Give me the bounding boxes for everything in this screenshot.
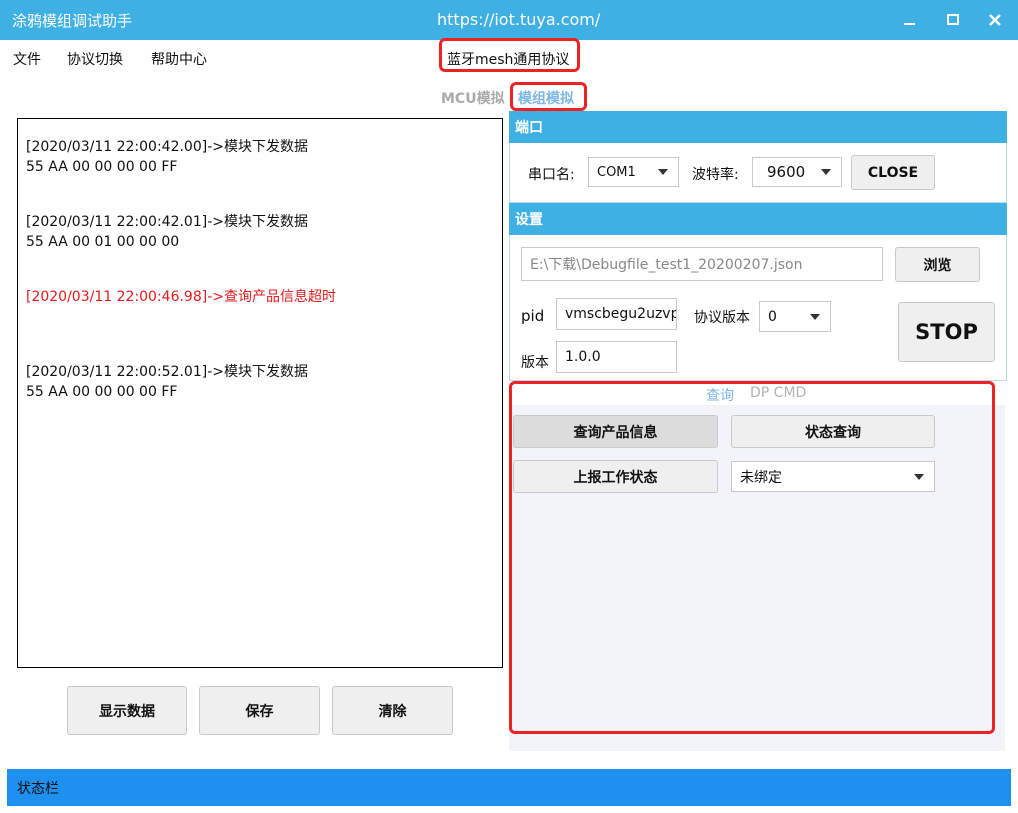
- pid-label: pid: [521, 307, 545, 325]
- log-entry: [2020/03/11 22:00:42.01]->模块下发数据 55 AA 0…: [26, 212, 494, 252]
- tab-dp-cmd[interactable]: DP CMD: [750, 385, 806, 401]
- protocol-version-value: 0: [768, 308, 777, 325]
- bind-state-select[interactable]: 未绑定: [731, 461, 935, 492]
- pid-input[interactable]: vmscbegu2uzvp: [556, 298, 677, 330]
- menu-help-center[interactable]: 帮助中心: [151, 49, 207, 69]
- file-path-input[interactable]: E:\下载\Debugfile_test1_20200207.json: [521, 247, 883, 281]
- log-entry-time: [2020/03/11 22:00:42.01]->模块下发数据: [26, 214, 308, 230]
- title-bar: 涂鸦模组调试助手 https://iot.tuya.com/: [0, 0, 1018, 40]
- status-bar-text: 状态栏: [17, 780, 59, 797]
- chevron-down-icon: [821, 169, 831, 175]
- log-entry-data: 55 AA 00 01 00 00 00: [26, 234, 180, 250]
- protocol-label[interactable]: 蓝牙mesh通用协议: [447, 49, 569, 69]
- log-entry: [2020/03/11 22:00:52.01]->模块下发数据 55 AA 0…: [26, 362, 494, 402]
- close-port-button[interactable]: CLOSE: [851, 155, 935, 190]
- status-bar: 状态栏: [7, 769, 1011, 806]
- protocol-version-select[interactable]: 0: [759, 301, 831, 332]
- version-input[interactable]: 1.0.0: [556, 341, 677, 373]
- stop-button[interactable]: STOP: [898, 302, 995, 362]
- version-label: 版本: [521, 355, 549, 371]
- baud-value: 9600: [767, 163, 806, 181]
- minimize-icon[interactable]: [893, 6, 927, 34]
- port-select[interactable]: COM1: [588, 157, 679, 187]
- save-button[interactable]: 保存: [199, 686, 320, 735]
- app-title: 涂鸦模组调试助手: [12, 12, 133, 30]
- maximize-icon[interactable]: [936, 6, 970, 34]
- bind-state-value: 未绑定: [740, 469, 782, 486]
- query-product-info-button[interactable]: 查询产品信息: [513, 415, 718, 448]
- tab-query[interactable]: 查询: [706, 385, 734, 405]
- log-entry-time: [2020/03/11 22:00:46.98]->查询产品信息超时: [26, 289, 336, 305]
- menu-protocol-switch[interactable]: 协议切换: [67, 49, 123, 69]
- close-icon[interactable]: [978, 6, 1012, 34]
- log-entry-time: [2020/03/11 22:00:52.01]->模块下发数据: [26, 364, 308, 380]
- browse-button[interactable]: 浏览: [895, 247, 980, 282]
- baud-rate-select[interactable]: 9600: [752, 157, 842, 187]
- port-name-label: 串口名:: [528, 167, 575, 183]
- log-panel[interactable]: [2020/03/11 22:00:42.00]->模块下发数据 55 AA 0…: [17, 118, 503, 668]
- tab-module-simulation[interactable]: 模组模拟: [518, 88, 574, 108]
- chevron-down-icon: [810, 313, 820, 320]
- url-title: https://iot.tuya.com/: [437, 10, 601, 29]
- log-entry-time: [2020/03/11 22:00:42.00]->模块下发数据: [26, 139, 308, 155]
- log-entry: [2020/03/11 22:00:42.00]->模块下发数据 55 AA 0…: [26, 137, 494, 177]
- port-value: COM1: [597, 164, 636, 180]
- chevron-down-icon: [658, 169, 668, 175]
- show-data-button[interactable]: 显示数据: [67, 686, 187, 735]
- menu-file[interactable]: 文件: [13, 49, 41, 69]
- log-entry-data: 55 AA 00 00 00 00 FF: [26, 159, 178, 175]
- protocol-version-label: 协议版本: [694, 310, 750, 326]
- chevron-down-icon: [914, 473, 924, 480]
- log-entry-data: 55 AA 00 00 00 00 FF: [26, 384, 178, 400]
- tab-mcu-simulation[interactable]: MCU模拟: [441, 88, 505, 108]
- report-work-status-button[interactable]: 上报工作状态: [513, 460, 718, 493]
- clear-button[interactable]: 清除: [332, 686, 453, 735]
- settings-header: 设置: [509, 203, 1007, 235]
- baud-rate-label: 波特率:: [692, 167, 739, 183]
- log-entry-error: [2020/03/11 22:00:46.98]->查询产品信息超时: [26, 287, 494, 307]
- port-header: 端口: [509, 111, 1007, 143]
- status-query-button[interactable]: 状态查询: [731, 415, 935, 448]
